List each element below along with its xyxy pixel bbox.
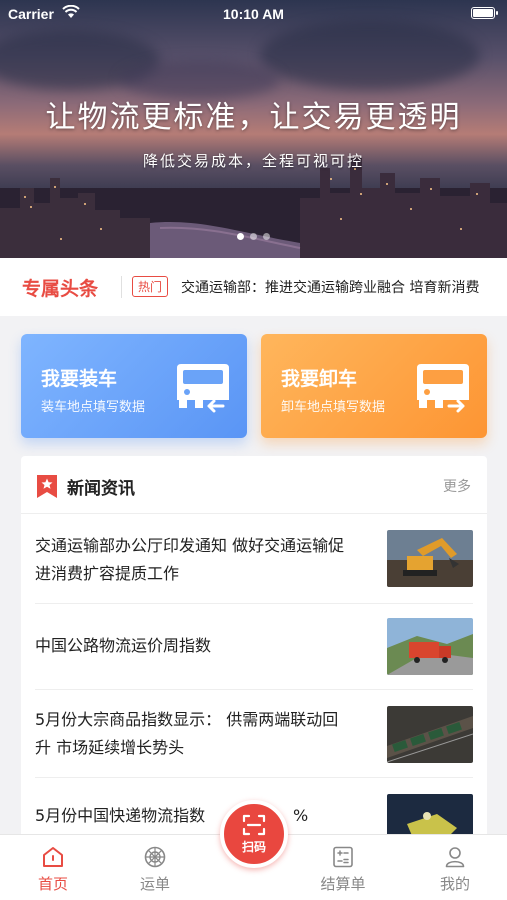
- more-link[interactable]: 更多: [443, 476, 471, 496]
- hero-banner[interactable]: Carrier 10:10 AM 让物流更标准，让交易更透明 降低交易成本，全程…: [0, 0, 507, 258]
- tab-label: 首页: [37, 875, 68, 893]
- tab-profile[interactable]: 我的: [415, 835, 495, 900]
- headline-text[interactable]: 交通运输部：推进交通运输跨业融合 培育新消费: [181, 277, 501, 297]
- news-item-title: 交通运输部办公厅印发通知 做好交通运输促 进消费扩容提质工作: [35, 532, 380, 588]
- news-item-title: 5月份中国快递物流指数: [35, 802, 335, 830]
- news-title-line: 中国公路物流运价周指数: [35, 636, 212, 655]
- train-photo: [387, 706, 473, 763]
- waybill-icon: [144, 846, 166, 868]
- news-section-title: 新闻资讯: [67, 479, 135, 499]
- hot-badge: 热门: [132, 276, 169, 297]
- card-title: 我要卸车: [281, 368, 358, 390]
- news-header: 新闻资讯 更多: [21, 456, 487, 514]
- tab-home[interactable]: 首页: [13, 835, 93, 900]
- divider: [121, 276, 122, 298]
- news-item[interactable]: 中国公路物流运价周指数: [35, 604, 473, 690]
- truck-road-photo: [387, 618, 473, 675]
- news-item-title: 5月份大宗商品指数显示： 供需两端联动回 升 市场延续增长势头: [35, 706, 380, 762]
- banner-slogan: 让物流更标准，让交易更透明: [45, 100, 462, 135]
- truck-unload-icon: [417, 364, 469, 413]
- profile-icon: [445, 847, 465, 868]
- battery-icon: [471, 7, 498, 19]
- news-title-line: 交通运输部办公厅印发通知 做好交通运输促: [35, 536, 345, 555]
- status-time: 10:10 AM: [223, 6, 284, 22]
- scan-button[interactable]: 扫码: [220, 800, 288, 868]
- tab-waybill[interactable]: 运单: [115, 835, 195, 900]
- cloud-decoration: [260, 20, 480, 90]
- carousel-dot[interactable]: [250, 233, 257, 240]
- excavator-photo: [387, 530, 473, 587]
- news-item[interactable]: 交通运输部办公厅印发通知 做好交通运输促 进消费扩容提质工作: [35, 514, 473, 604]
- tab-label: 结算单: [320, 875, 366, 893]
- status-bar: Carrier 10:10 AM: [0, 0, 507, 30]
- carousel-dot[interactable]: [237, 233, 244, 240]
- news-title-line: 升 市场延续增长势头: [35, 738, 185, 757]
- news-title-tail: %: [293, 806, 309, 825]
- card-title: 我要装车: [41, 368, 118, 390]
- news-item[interactable]: 5月份大宗商品指数显示： 供需两端联动回 升 市场延续增长势头: [35, 690, 473, 778]
- news-title-line: 5月份大宗商品指数显示： 供需两端联动回: [35, 710, 339, 729]
- news-title-line: 5月份中国快递物流指数: [35, 806, 206, 825]
- load-truck-card[interactable]: 我要装车 装车地点填写数据: [21, 334, 247, 438]
- scan-icon: [242, 814, 266, 836]
- news-item-title: 中国公路物流运价周指数: [35, 632, 380, 660]
- unload-truck-card[interactable]: 我要卸车 卸车地点填写数据: [261, 334, 487, 438]
- tab-settlement[interactable]: 结算单: [303, 835, 383, 900]
- banner-subtitle: 降低交易成本，全程可视可控: [142, 152, 364, 170]
- carousel-dot[interactable]: [263, 233, 270, 240]
- card-subtitle: 装车地点填写数据: [41, 400, 146, 415]
- settlement-icon: [333, 846, 353, 868]
- star-bookmark-icon: [37, 475, 57, 498]
- truck-load-icon: [177, 364, 229, 413]
- carousel-dots[interactable]: [0, 233, 507, 240]
- headline-ticker[interactable]: 专属头条 热门 交通运输部：推进交通运输跨业融合 培育新消费: [0, 258, 507, 316]
- news-panel: 新闻资讯 更多 交通运输部办公厅印发通知 做好交通运输促 进消费扩容提质工作 中…: [21, 456, 487, 856]
- tab-label: 运单: [139, 875, 170, 893]
- scan-label: 扫码: [241, 840, 266, 854]
- headline-title: 专属头条: [22, 278, 99, 300]
- card-subtitle: 卸车地点填写数据: [281, 400, 386, 415]
- news-title-line: 进消费扩容提质工作: [35, 564, 180, 583]
- home-icon: [43, 847, 63, 867]
- tab-label: 我的: [439, 875, 470, 893]
